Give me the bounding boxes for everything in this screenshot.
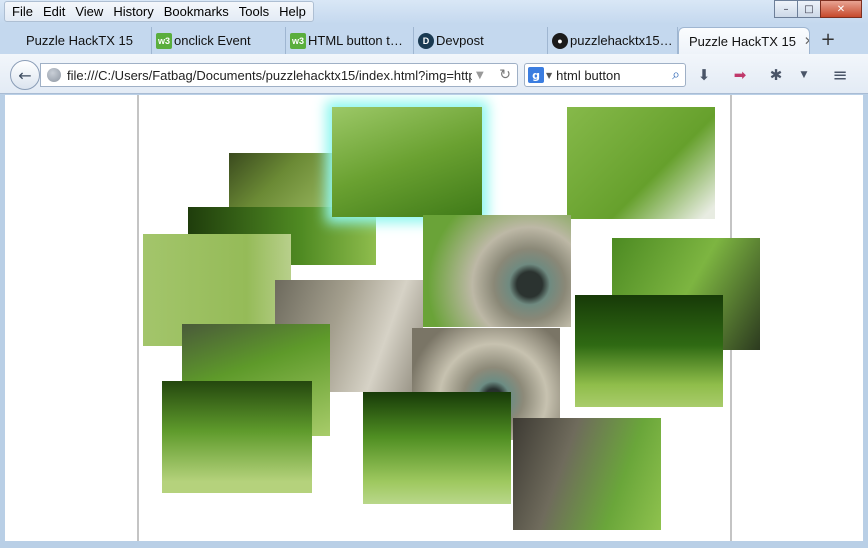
close-window-button[interactable]: ✕	[820, 0, 862, 18]
puzzle-piece[interactable]	[513, 418, 661, 530]
tab-github[interactable]: ● puzzlehacktx15…	[548, 27, 678, 54]
menu-edit[interactable]: Edit	[38, 2, 70, 21]
tab-label: HTML button t…	[308, 33, 403, 48]
close-tab-icon[interactable]: ✕	[804, 34, 809, 48]
menubar: File Edit View History Bookmarks Tools H…	[4, 1, 314, 22]
url-dropdown-icon[interactable]: ▼	[476, 70, 484, 81]
github-icon: ●	[552, 33, 568, 49]
tab-puzzle-1[interactable]: Puzzle HackTX 15	[4, 27, 152, 54]
puzzle-piece[interactable]	[162, 381, 312, 493]
search-bar[interactable]: g ▼ html button ⌕	[524, 63, 686, 87]
menu-file[interactable]: File	[7, 2, 38, 21]
new-tab-button[interactable]: +	[816, 30, 840, 50]
search-input[interactable]: html button	[556, 68, 672, 83]
menu-view[interactable]: View	[70, 2, 108, 21]
puzzle-piece[interactable]	[363, 392, 511, 504]
puzzle-piece[interactable]	[575, 295, 723, 407]
hamburger-menu-icon[interactable]: ≡	[830, 65, 850, 86]
puzzle-piece[interactable]	[567, 107, 715, 219]
page-content	[5, 95, 863, 541]
reload-icon[interactable]: ↻	[499, 67, 511, 83]
window-bottom-border	[0, 541, 868, 548]
tab-label: Devpost	[436, 33, 484, 48]
url-bar[interactable]: file:///C:/Users/Fatbag/Documents/puzzle…	[40, 63, 518, 87]
window-controls: – □ ✕	[774, 0, 862, 19]
addon-icon[interactable]: ✱	[766, 65, 786, 85]
tab-label: puzzlehacktx15…	[570, 33, 673, 48]
w3schools-icon: w3	[290, 33, 306, 49]
tab-html-button[interactable]: w3 HTML button t…	[286, 27, 414, 54]
pocket-icon[interactable]: ➡	[730, 65, 750, 85]
navigation-toolbar: ← file:///C:/Users/Fatbag/Documents/puzz…	[0, 54, 868, 94]
back-arrow-icon: ←	[18, 65, 32, 85]
menu-bookmarks[interactable]: Bookmarks	[159, 2, 234, 21]
globe-icon	[47, 68, 61, 82]
tab-label: onclick Event	[174, 33, 251, 48]
back-button[interactable]: ←	[10, 60, 40, 90]
google-icon[interactable]: g	[528, 67, 544, 83]
w3schools-icon: w3	[156, 33, 172, 49]
magnifier-icon[interactable]: ⌕	[672, 67, 680, 83]
addon-dropdown-icon[interactable]: ▼	[794, 65, 814, 85]
menu-tools[interactable]: Tools	[234, 2, 274, 21]
puzzle-piece-selected[interactable]	[332, 107, 482, 217]
maximize-button[interactable]: □	[797, 0, 821, 18]
url-text[interactable]: file:///C:/Users/Fatbag/Documents/puzzle…	[67, 68, 472, 83]
puzzle-piece[interactable]	[423, 215, 571, 327]
minimize-button[interactable]: –	[774, 0, 798, 18]
menu-help[interactable]: Help	[274, 2, 311, 21]
tab-strip: Puzzle HackTX 15 w3 onclick Event w3 HTM…	[0, 24, 868, 54]
tab-devpost[interactable]: D Devpost	[414, 27, 548, 54]
tab-puzzle-active[interactable]: Puzzle HackTX 15 ✕	[678, 27, 810, 54]
download-icon[interactable]: ⬇	[694, 65, 714, 85]
devpost-icon: D	[418, 33, 434, 49]
puzzle-piece[interactable]	[229, 153, 337, 209]
menu-history[interactable]: History	[108, 2, 158, 21]
tab-label: Puzzle HackTX 15	[689, 33, 796, 49]
tab-onclick-event[interactable]: w3 onclick Event	[152, 27, 286, 54]
tab-label: Puzzle HackTX 15	[26, 33, 133, 48]
search-engine-dropdown-icon[interactable]: ▼	[546, 71, 552, 80]
